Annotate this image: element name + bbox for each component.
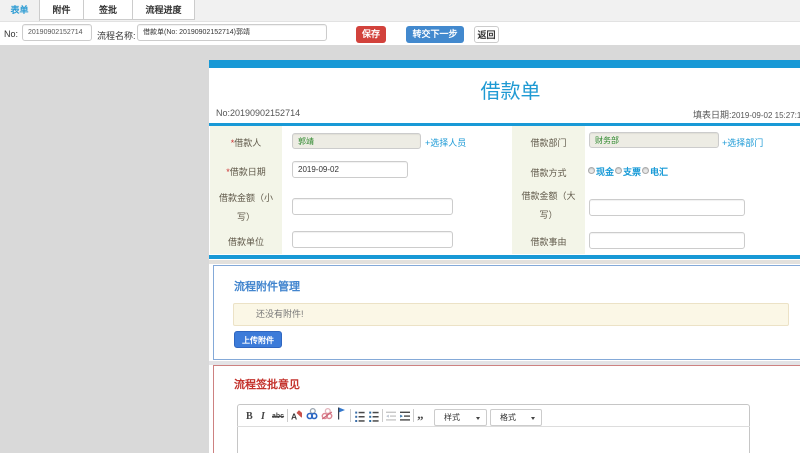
svg-text:A: A (291, 412, 297, 422)
